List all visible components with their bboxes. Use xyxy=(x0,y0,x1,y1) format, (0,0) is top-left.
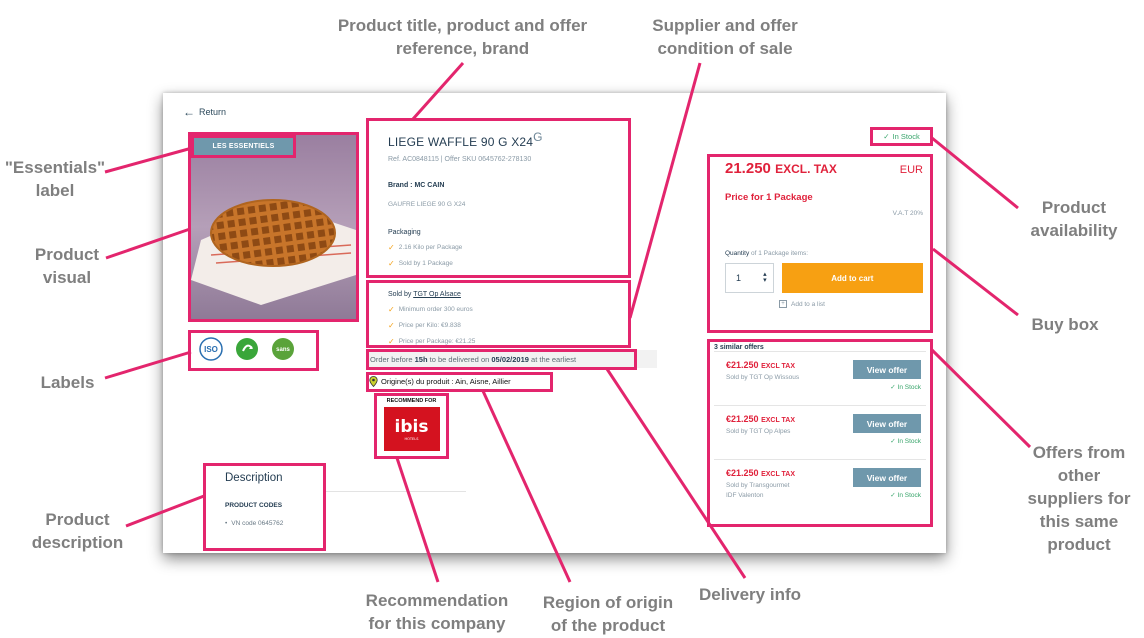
supplier-link[interactable]: TGT Op Alsace xyxy=(413,291,461,298)
offer-stock: ✓ In Stock xyxy=(890,492,921,499)
origin-region: Origine(s) du produit : Ain, Aisne, Aill… xyxy=(366,373,551,390)
quantity-row: 1 ▴ ▾ Add to cart xyxy=(725,263,923,293)
quantity-stepper[interactable]: 1 ▴ ▾ xyxy=(725,263,774,293)
offer-price: €21.250 EXCL TAX xyxy=(726,360,796,370)
waffle-image xyxy=(191,135,356,319)
anno-origin: Region of origin of the product xyxy=(542,593,674,635)
recommendation: RECOMMEND FOR ibis HOTELS xyxy=(375,393,448,458)
similar-offers: 3 similar offers €21.250 EXCL TAX Sold b… xyxy=(707,339,933,527)
anno-delivery: Delivery info xyxy=(698,585,802,604)
anno-recommendation: Recommendation for this company xyxy=(365,591,509,633)
price-for: Price for 1 Package xyxy=(725,192,813,203)
anno-offers: Offers from other suppliers for this same pr… xyxy=(1027,443,1131,554)
add-to-cart-button[interactable]: Add to cart xyxy=(781,263,923,293)
view-offer-button[interactable]: View offer xyxy=(853,414,921,433)
quantity-label: Quantity of 1 Package items: xyxy=(725,250,809,257)
quantity-value: 1 xyxy=(736,273,742,283)
packaging-header: Packaging xyxy=(388,229,421,236)
anno-buy-box: Buy box xyxy=(1031,315,1099,334)
view-offer-button[interactable]: View offer xyxy=(853,360,921,379)
offer-stock: ✓ In Stock xyxy=(890,384,921,391)
offer-price: €21.250 EXCL TAX xyxy=(726,414,796,424)
anno-labels: Labels xyxy=(40,373,95,392)
offers-header: 3 similar offers xyxy=(714,344,764,351)
anno-essentials: "Essentials" label xyxy=(4,158,106,200)
sold-by: Sold by TGT Op Alsace xyxy=(388,291,461,298)
packaging-item: ✓ Sold by 1 Package xyxy=(388,259,453,268)
currency: EUR xyxy=(899,164,923,176)
offer-stock: ✓ In Stock xyxy=(890,438,921,445)
offer-seller: Sold by TGT Op Wissous xyxy=(726,374,800,381)
price-row: 21.250 EXCL. TAX EUR xyxy=(725,160,923,177)
offer-price: €21.250 EXCL TAX xyxy=(726,468,796,478)
location-pin-icon xyxy=(369,376,378,387)
packaging-item: ✓ 2.16 Kilo per Package xyxy=(388,243,463,252)
view-offer-button[interactable]: View offer xyxy=(853,468,921,487)
check-icon: ✓ xyxy=(388,305,395,314)
anno-description: Product description xyxy=(31,510,124,552)
product-short-description: GAUFRE LIEGE 90 G X24 xyxy=(388,201,466,208)
product-codes-header: PRODUCT CODES xyxy=(225,502,283,509)
product-description: Description PRODUCT CODES • VN code 06457… xyxy=(203,463,326,551)
supplier-block: Sold by TGT Op Alsace ✓ Minimum order 30… xyxy=(366,282,631,348)
check-icon: ✓ xyxy=(388,321,395,330)
offer-item: €21.250 EXCL TAX Sold by TGT Op Alpes Vi… xyxy=(714,405,926,459)
product-title: LIEGE WAFFLE 90 G X24G xyxy=(388,130,543,149)
check-icon: ✓ xyxy=(883,132,890,141)
vn-code: • VN code 0645762 xyxy=(225,520,284,527)
list-icon: + xyxy=(779,300,787,308)
product-title-block: LIEGE WAFFLE 90 G X24G Ref. AC0848115 | … xyxy=(366,118,631,278)
svg-text:ISO: ISO xyxy=(204,345,218,354)
delivery-info: Order before 15h to be delivered on 05/0… xyxy=(366,350,657,368)
buy-box: 21.250 EXCL. TAX EUR Price for 1 Package… xyxy=(707,154,933,333)
offer-seller: Sold by TGT Op Alpes xyxy=(726,428,791,435)
iso-certification-icon: ISO xyxy=(199,337,223,361)
recommend-label: RECOMMEND FOR xyxy=(386,398,437,404)
product-visual xyxy=(191,135,356,319)
anno-availability: Product availability xyxy=(1030,198,1118,240)
condition-item: ✓ Price per Kilo: €9.838 xyxy=(388,321,461,330)
anno-supplier: Supplier and offer condition of sale xyxy=(652,16,798,58)
sans-additive-icon: sans xyxy=(272,338,294,360)
add-to-list-link[interactable]: + Add to a list xyxy=(779,300,923,308)
description-title: Description xyxy=(225,472,283,484)
essentials-badge: LES ESSENTIELS xyxy=(194,138,293,155)
recycle-icon xyxy=(236,338,258,360)
offer-item: €21.250 EXCL TAX Sold by TGT Op Wissous … xyxy=(714,351,926,405)
return-label: Return xyxy=(199,107,227,117)
price: 21.250 EXCL. TAX xyxy=(725,160,837,177)
description-divider xyxy=(326,491,466,492)
svg-text:sans: sans xyxy=(276,347,290,353)
offer-item: €21.250 EXCL TAX Sold by Transgourmet IDF… xyxy=(714,459,926,513)
annotated-screenshot: ← Return LES ESSENTIELS ISO sans LIEGE W… xyxy=(0,0,1144,638)
ibis-logo: ibis HOTELS xyxy=(383,407,440,451)
product-reference: Ref. AC0848115 | Offer SKU 0645762-27813… xyxy=(388,156,532,163)
product-brand: Brand : MC CAIN xyxy=(388,182,445,189)
return-link[interactable]: ← Return xyxy=(183,104,227,119)
product-availability: ✓ In Stock xyxy=(883,132,920,141)
labels-row: ISO sans xyxy=(198,336,296,362)
stepper-arrows-icon[interactable]: ▴ ▾ xyxy=(763,271,767,284)
condition-item: ✓ Price per Package: €21.25 xyxy=(388,337,476,346)
check-icon: ✓ xyxy=(388,259,395,268)
condition-item: ✓ Minimum order 300 euros xyxy=(388,305,473,314)
check-icon: ✓ xyxy=(388,337,395,346)
anno-visual: Product visual xyxy=(34,245,100,287)
check-icon: ✓ xyxy=(388,243,395,252)
anno-title-ref: Product title, product and offer referenc… xyxy=(337,16,588,58)
vat: V.A.T 20% xyxy=(892,210,923,217)
arrow-left-icon: ← xyxy=(183,104,195,119)
offer-seller: Sold by Transgourmet IDF Valenton xyxy=(726,482,790,499)
